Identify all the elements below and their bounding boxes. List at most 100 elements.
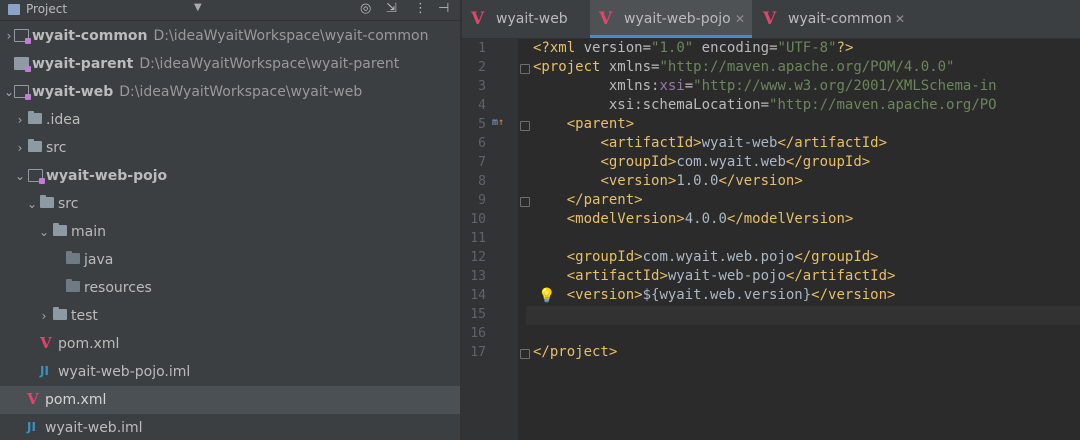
module-icon xyxy=(14,85,31,100)
expand-arrow-icon[interactable]: › xyxy=(14,106,26,134)
code-line[interactable]: <artifactId>wyait-web-pojo</artifactId> xyxy=(533,268,896,284)
fold-gutter xyxy=(518,39,526,440)
code-line[interactable]: <groupId>com.wyait.web</groupId> xyxy=(533,154,870,170)
tab-wyait-web-pojo[interactable]: V wyait-web-pojo ✕ xyxy=(590,0,752,38)
collapse-arrow-icon[interactable]: ⌄ xyxy=(14,162,26,190)
code-line[interactable]: xmlns:xsi="http://www.w3.org/2001/XMLSch… xyxy=(533,78,997,94)
tree-row-src[interactable]: ⌄ src xyxy=(0,190,460,218)
tab-label: wyait-web xyxy=(496,11,568,27)
settings-menu-icon[interactable]: ⋮ xyxy=(414,1,427,16)
module-path: D:\ideaWyaitWorkspace\wyait-parent xyxy=(139,56,400,72)
module-icon xyxy=(14,29,31,44)
project-panel: Project ▼ ◎ ⇲ ⋮ ⊣ › wyait-common D:\ideaW… xyxy=(0,0,460,440)
fold-marker-icon[interactable] xyxy=(520,197,530,207)
tree-item-label: main xyxy=(71,224,106,240)
code-line[interactable]: xsi:schemaLocation="http://maven.apache.… xyxy=(533,97,997,113)
tree-item-label: wyait-web-pojo xyxy=(46,168,168,184)
code-line[interactable]: <parent> xyxy=(533,116,634,132)
tab-wyait-common[interactable]: V wyait-common ✕ xyxy=(754,0,914,38)
collapse-arrow-icon[interactable]: ⌄ xyxy=(38,218,50,246)
tree-row-wyait-web-pojo[interactable]: ⌄ wyait-web-pojo xyxy=(0,162,460,190)
tree-row-wyait-parent[interactable]: wyait-parent D:\ideaWyaitWorkspace\wyait-… xyxy=(0,50,460,78)
collapse-arrow-icon[interactable]: ⌄ xyxy=(26,190,38,218)
maven-icon: V xyxy=(27,390,39,408)
tree-row-src[interactable]: › src xyxy=(0,134,460,162)
code-line[interactable]: </parent> xyxy=(533,192,643,208)
tab-label: wyait-common xyxy=(788,11,892,27)
line-number: 10 xyxy=(470,212,486,227)
tree-row-resources[interactable]: resources xyxy=(0,274,460,302)
tree-item-label: pom.xml xyxy=(58,336,120,352)
line-number: 12 xyxy=(470,250,486,265)
source-folder-icon xyxy=(66,251,80,264)
project-icon xyxy=(8,4,20,15)
locate-target-icon[interactable]: ◎ xyxy=(360,1,371,16)
module-path: D:\ideaWyaitWorkspace\wyait-common xyxy=(153,28,429,44)
fold-marker-icon[interactable] xyxy=(520,349,530,359)
code-line[interactable]: <version>${wyait.web.version}</version> xyxy=(533,287,896,303)
project-panel-title: Project xyxy=(26,2,68,16)
code-line[interactable]: <version>1.0.0</version> xyxy=(533,173,802,189)
tree-row-idea[interactable]: › .idea xyxy=(0,106,460,134)
collapse-all-icon[interactable]: ⇲ xyxy=(386,1,397,16)
line-number: 1 xyxy=(478,41,486,56)
maven-icon: V xyxy=(40,334,52,352)
tab-label: wyait-web-pojo xyxy=(624,11,731,27)
line-number: 17 xyxy=(470,345,486,360)
tree-row-iml[interactable]: JI wyait-web-pojo.iml xyxy=(0,358,460,386)
line-number: 14 xyxy=(470,288,486,303)
folder-icon xyxy=(28,139,42,152)
line-number: 9 xyxy=(478,193,486,208)
close-icon[interactable]: ✕ xyxy=(735,0,745,38)
tree-item-label: src xyxy=(58,196,79,212)
tree-item-label: java xyxy=(84,252,114,268)
iml-file-icon: JI xyxy=(40,364,49,378)
module-icon xyxy=(14,57,31,72)
fold-marker-icon[interactable] xyxy=(520,121,530,131)
tree-item-label: resources xyxy=(84,280,152,296)
code-line[interactable]: <project xmlns="http://maven.apache.org/… xyxy=(533,59,954,75)
code-line[interactable]: <modelVersion>4.0.0</modelVersion> xyxy=(533,211,854,227)
line-number: 5 xyxy=(478,117,486,132)
line-number: 13 xyxy=(470,269,486,284)
tree-item-label: wyait-parent xyxy=(32,56,134,72)
tree-row-pom-xml-selected[interactable]: V pom.xml xyxy=(0,386,460,414)
tree-row-wyait-web[interactable]: ⌄ wyait-web D:\ideaWyaitWorkspace\wyait-w… xyxy=(0,78,460,106)
expand-arrow-icon[interactable]: › xyxy=(38,302,50,330)
code-line[interactable]: <groupId>com.wyait.web.pojo</groupId> xyxy=(533,249,879,265)
maven-icon: V xyxy=(471,9,485,29)
tree-item-label: wyait-web xyxy=(32,84,114,100)
maven-icon: V xyxy=(763,9,777,29)
tree-item-label: wyait-web.iml xyxy=(45,420,143,436)
module-path: D:\ideaWyaitWorkspace\wyait-web xyxy=(119,84,363,100)
tab-wyait-web[interactable]: V wyait-web xyxy=(462,0,586,38)
tree-row-iml[interactable]: JI wyait-web.iml xyxy=(0,414,460,440)
line-number: 11 xyxy=(470,231,486,246)
tree-row-main[interactable]: ⌄ main xyxy=(0,218,460,246)
project-panel-header: Project ▼ ◎ ⇲ ⋮ ⊣ xyxy=(0,0,460,21)
code-line[interactable]: </project> xyxy=(533,344,617,360)
expand-arrow-icon[interactable]: › xyxy=(14,134,26,162)
tree-row-test[interactable]: › test xyxy=(0,302,460,330)
tree-item-label: src xyxy=(46,140,67,156)
close-icon[interactable]: ✕ xyxy=(895,0,905,38)
maven-icon: V xyxy=(599,9,613,29)
tree-item-label: test xyxy=(71,308,98,324)
code-line[interactable]: <?xml version="1.0" encoding="UTF-8"?> xyxy=(533,40,853,56)
fold-marker-icon[interactable] xyxy=(520,64,530,74)
tree-row-pom-xml[interactable]: V pom.xml xyxy=(0,330,460,358)
override-marker-icon[interactable]: m↑ xyxy=(492,117,504,128)
line-number: 6 xyxy=(478,136,486,151)
tree-item-label: wyait-web-pojo.iml xyxy=(58,364,191,380)
folder-icon xyxy=(28,111,42,124)
editor-tab-bar: V wyait-web V wyait-web-pojo ✕ V wyait-c… xyxy=(462,0,1080,39)
lightbulb-icon[interactable]: 💡 xyxy=(538,288,555,304)
folder-icon xyxy=(53,307,67,320)
view-dropdown-chevron-icon[interactable]: ▼ xyxy=(194,2,202,13)
tree-row-wyait-common[interactable]: › wyait-common D:\ideaWyaitWorkspace\wyai… xyxy=(0,22,460,50)
tree-row-java[interactable]: java xyxy=(0,246,460,274)
line-number: 16 xyxy=(470,326,486,341)
code-line[interactable]: <artifactId>wyait-web</artifactId> xyxy=(533,135,887,151)
hide-panel-icon[interactable]: ⊣ xyxy=(438,1,449,16)
tree-item-label: pom.xml xyxy=(45,392,107,408)
